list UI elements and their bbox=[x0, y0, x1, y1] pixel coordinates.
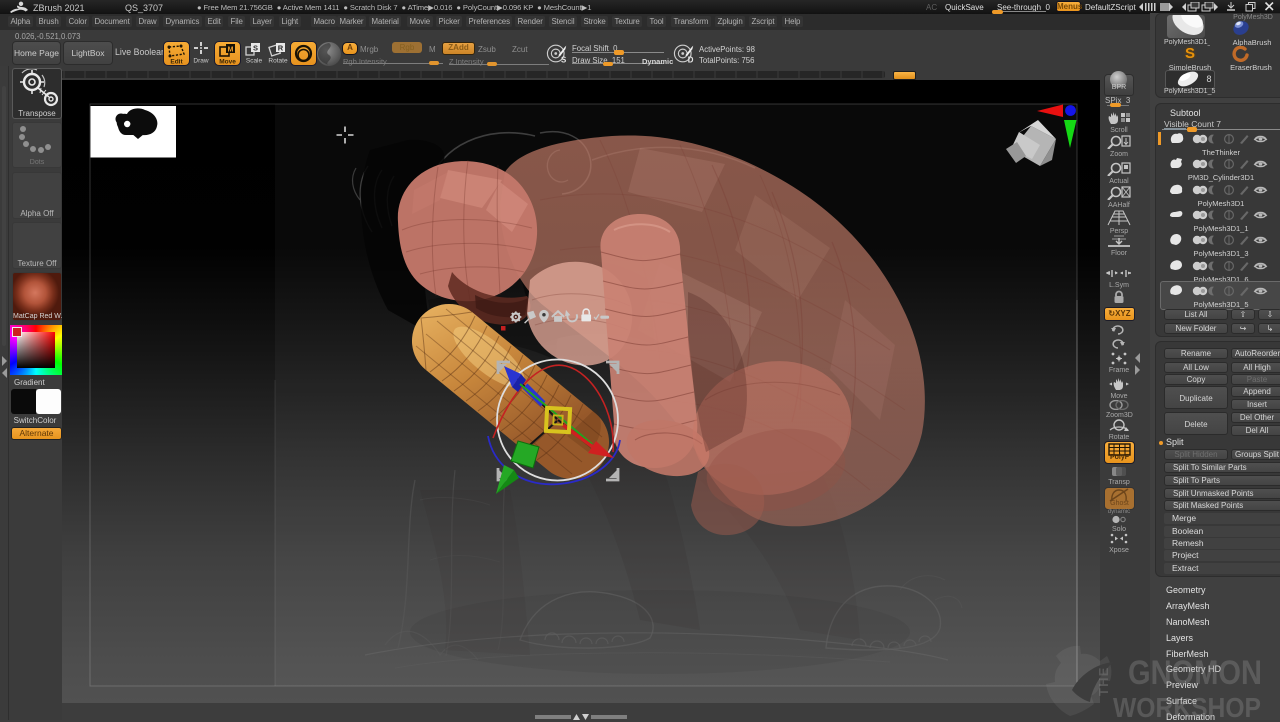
svg-text:Edit: Edit bbox=[170, 59, 183, 66]
svg-text:R: R bbox=[278, 44, 284, 53]
svg-text:Move: Move bbox=[219, 59, 236, 66]
svg-text:Draw: Draw bbox=[193, 58, 208, 65]
svg-text:D: D bbox=[688, 55, 694, 64]
svg-text:GNOMON: GNOMON bbox=[1128, 654, 1262, 692]
svg-text:S: S bbox=[253, 44, 258, 53]
svg-text:S: S bbox=[561, 55, 566, 64]
svg-text:Rotate: Rotate bbox=[268, 58, 288, 65]
svg-text:Scale: Scale bbox=[246, 58, 263, 65]
svg-text:M: M bbox=[228, 47, 234, 54]
svg-text:8: 8 bbox=[1206, 74, 1211, 84]
svg-text:WORKSHOP: WORKSHOP bbox=[1113, 692, 1261, 720]
svg-text:THE: THE bbox=[1096, 666, 1111, 696]
